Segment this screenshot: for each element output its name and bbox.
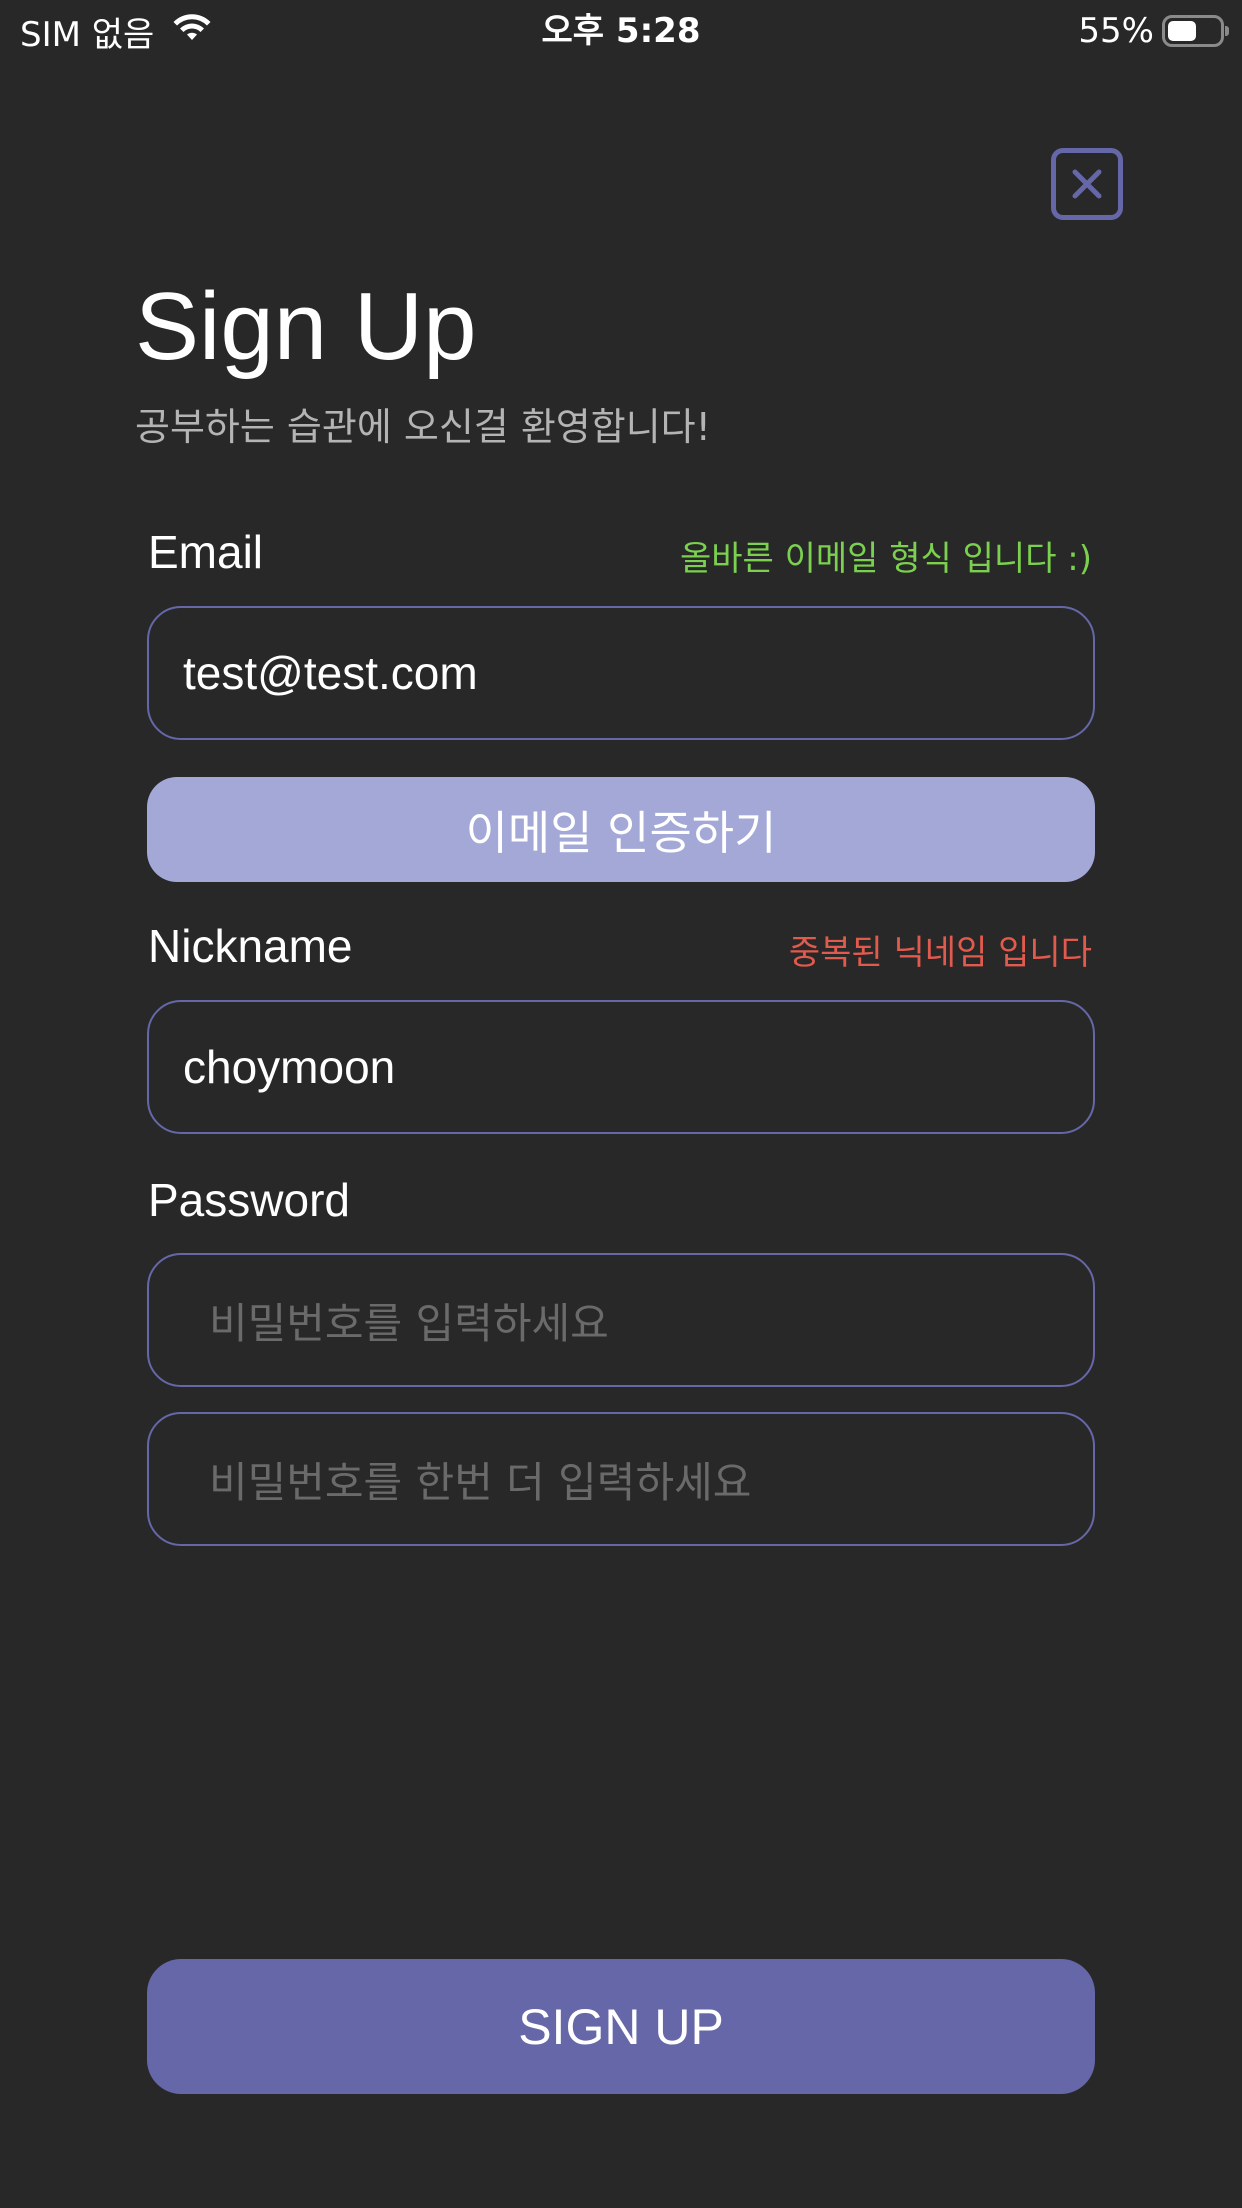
battery-percent: 55% [1078,11,1154,51]
nickname-label: Nickname [148,920,353,972]
email-label: Email [148,526,264,578]
verify-email-button[interactable]: 이메일 인증하기 [147,777,1095,882]
email-valid-hint: 올바른 이메일 형식 입니다 :) [679,539,1092,579]
nickname-field[interactable]: choymoon [147,1000,1095,1134]
close-icon [1072,169,1102,199]
password-confirm-field[interactable]: 비밀번호를 한번 더 입력하세요 [147,1412,1095,1546]
close-button[interactable] [1051,148,1123,220]
status-time: 오후 5:28 [541,11,701,51]
password-field[interactable]: 비밀번호를 입력하세요 [147,1253,1095,1387]
status-right: 55% [1078,10,1229,52]
battery-icon [1162,15,1229,47]
password-label: Password [148,1174,350,1226]
battery-fill [1168,21,1196,41]
status-bar: SIM 없음 오후 5:28 55% [0,0,1242,62]
signup-screen: SIM 없음 오후 5:28 55% Sign Up 공부하는 습관에 오신걸 … [0,0,1242,2208]
nickname-error-hint: 중복된 닉네임 입니다 [788,933,1092,973]
email-field[interactable]: test@test.com [147,606,1095,740]
page-subtitle: 공부하는 습관에 오신걸 환영합니다! [135,405,711,449]
page-title: Sign Up [135,273,477,380]
signup-button[interactable]: SIGN UP [147,1959,1095,2094]
